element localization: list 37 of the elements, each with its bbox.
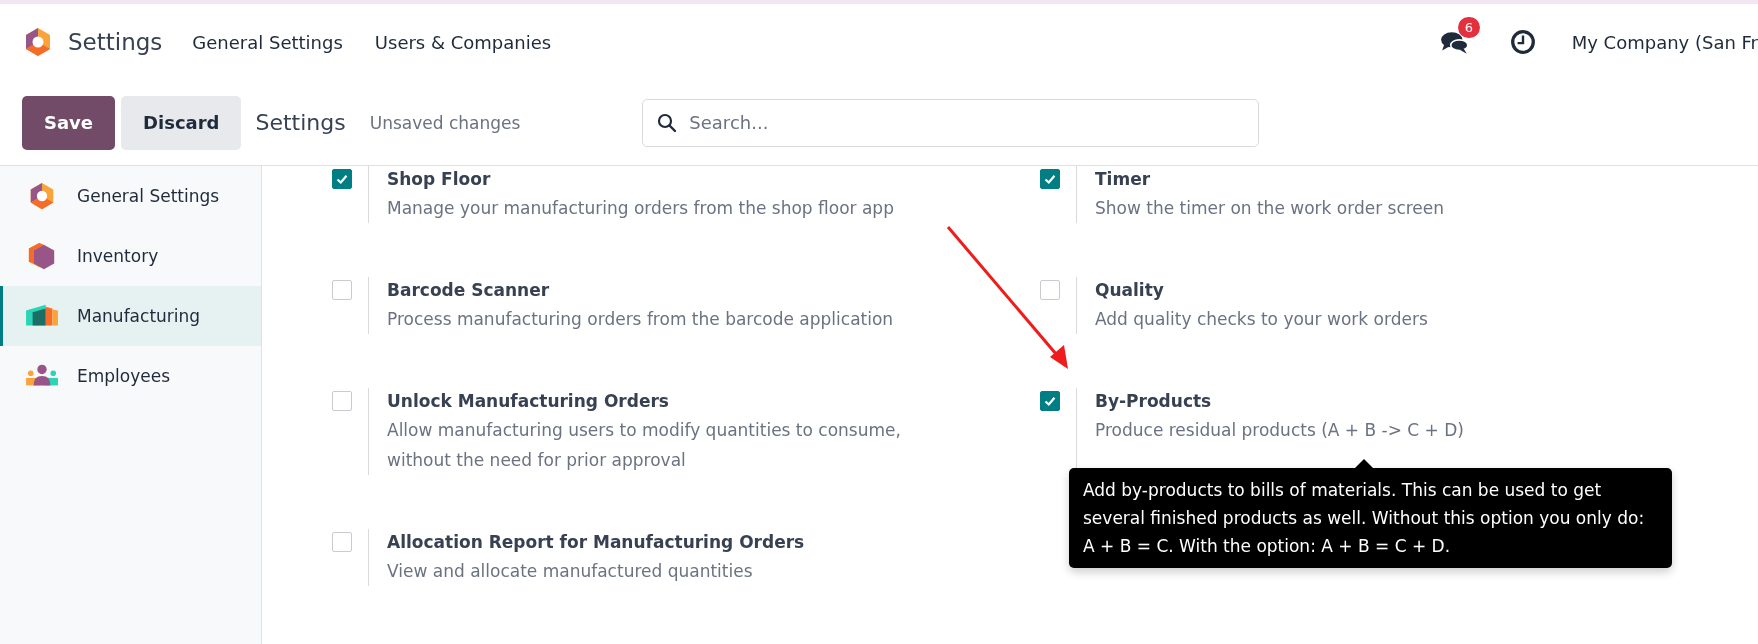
sidebar-item[interactable]: Inventory <box>0 226 261 286</box>
setting-title: Timer <box>1095 168 1152 191</box>
clock-icon[interactable] <box>1509 29 1536 55</box>
sidebar-item[interactable]: Employees <box>0 346 261 406</box>
save-button[interactable]: Save <box>22 95 116 150</box>
setting-title: Allocation Report for Manufacturing Orders <box>387 531 805 554</box>
setting-title: Quality <box>1095 279 1165 302</box>
unsaved-status: Unsaved changes <box>369 112 521 133</box>
setting-title: By-Products <box>1095 390 1213 413</box>
setting-title: Unlock Manufacturing Orders <box>387 390 670 413</box>
checkbox[interactable] <box>332 169 352 189</box>
menu-item[interactable]: General Settings <box>192 31 343 53</box>
setting-description: View and allocate manufactured quantities <box>387 560 754 583</box>
setting-description: Add quality checks to your work orders <box>1095 308 1428 331</box>
app-title[interactable]: Settings <box>68 29 163 55</box>
checkbox[interactable] <box>1040 280 1060 300</box>
menu-item[interactable]: Users & Companies <box>374 31 552 53</box>
setting-description: Allow manufacturing users to modify quantities to consume, without the need for prior approval <box>387 419 902 472</box>
setting-description: Produce residual products (A + B -> C + D) <box>1095 419 1464 442</box>
breadcrumb: Settings <box>255 110 346 135</box>
checkbox[interactable] <box>332 532 352 552</box>
checkbox[interactable] <box>332 391 352 411</box>
checkbox[interactable] <box>1040 391 1060 411</box>
message-count-badge: 6 <box>1457 17 1480 38</box>
setting-title: Shop Floor <box>387 168 492 191</box>
company-switcher[interactable]: My Company (San Fr <box>1571 31 1758 53</box>
checkbox[interactable] <box>1040 169 1060 189</box>
setting-description: Manage your manufacturing orders from the shop floor app <box>387 197 894 220</box>
tooltip-pointer <box>1354 459 1374 469</box>
sidebar-item[interactable]: General Settings <box>0 166 261 226</box>
setting-description: Process manufacturing orders from the barcode application <box>387 308 894 331</box>
sidebar-item[interactable]: Manufacturing <box>0 286 261 346</box>
setting-description: Show the timer on the work order screen <box>1095 197 1445 220</box>
discard-button[interactable]: Discard <box>121 95 242 150</box>
search-field[interactable]: Search... <box>642 98 1260 147</box>
checkbox[interactable] <box>332 280 352 300</box>
setting-title: Barcode Scanner <box>387 279 551 302</box>
